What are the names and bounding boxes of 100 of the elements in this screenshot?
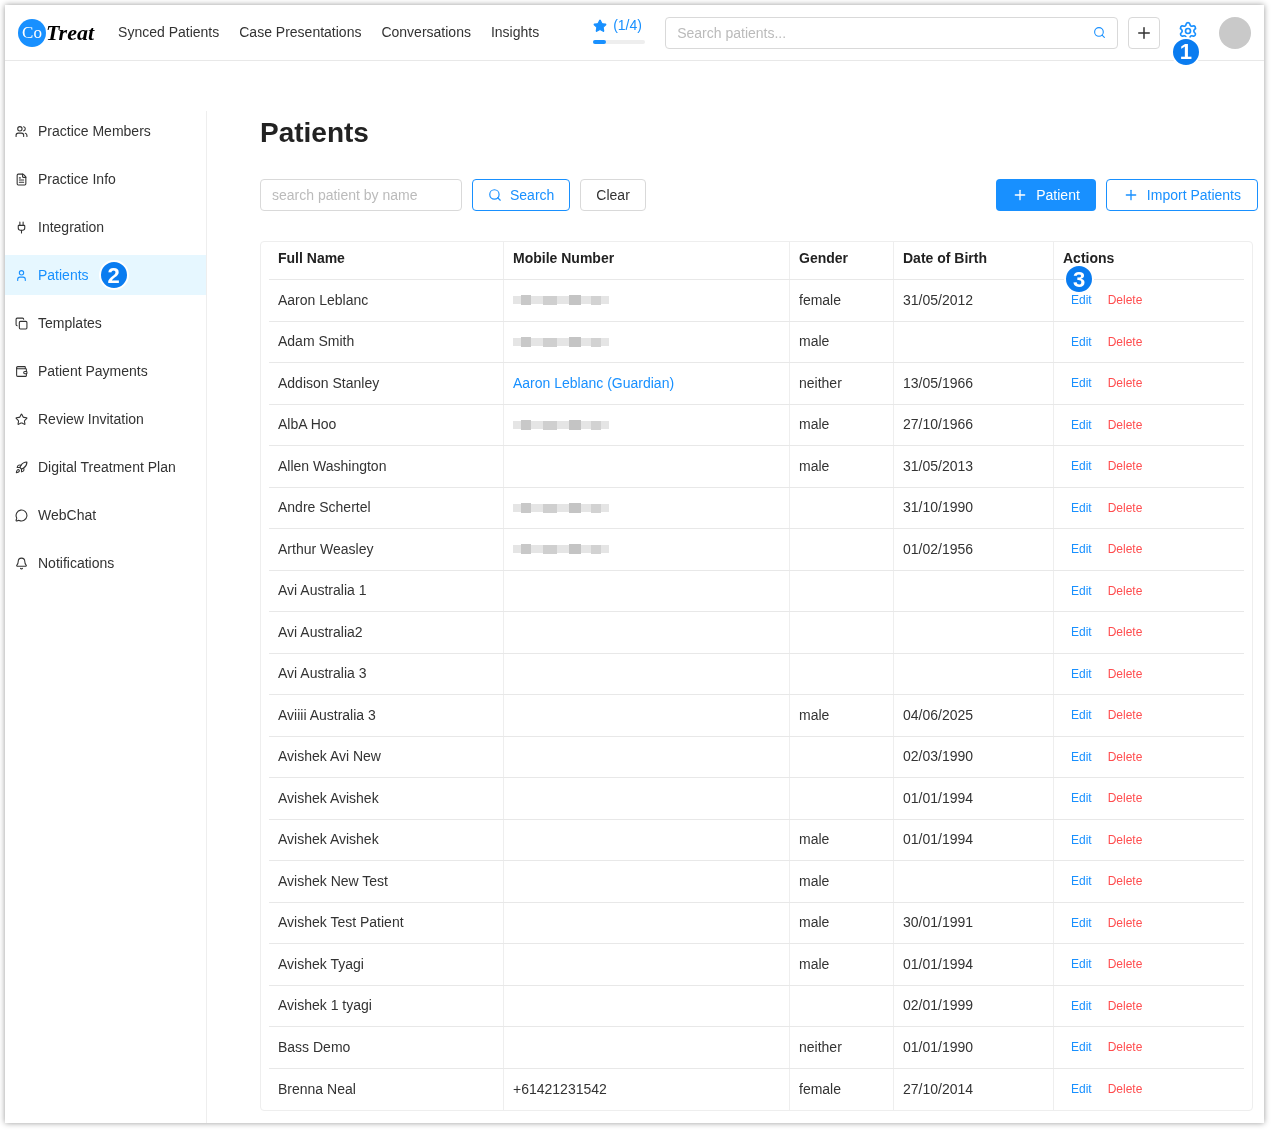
edit-link[interactable]: Edit (1071, 1038, 1092, 1057)
table-cell-text: 27/10/1966 (903, 415, 974, 435)
delete-link[interactable]: Delete (1107, 789, 1143, 808)
table-cell-text: male (799, 871, 830, 891)
sidebar-item[interactable]: Review Invitation (5, 399, 206, 439)
search-icon (488, 188, 502, 202)
edit-link[interactable]: Edit (1071, 291, 1092, 310)
delete-link[interactable]: Delete (1107, 913, 1143, 932)
sidebar-item[interactable]: Patient Payments (5, 351, 206, 391)
delete-link[interactable]: Delete (1107, 955, 1143, 974)
sidebar-label: Notifications (38, 553, 115, 573)
table-cell-text: female (799, 1079, 842, 1099)
plug-icon (15, 220, 28, 234)
search-icon (1093, 25, 1107, 39)
column-header: Mobile Number (513, 249, 615, 268)
guardian-link[interactable]: Aaron Leblanc (Guardian) (513, 372, 675, 394)
delete-link[interactable]: Delete (1107, 291, 1143, 310)
sidebar-label: Templates (38, 313, 102, 333)
add-patient-button[interactable]: Patient (996, 179, 1096, 211)
delete-link[interactable]: Delete (1107, 1080, 1143, 1099)
mobile-number: +61421231542 (513, 1079, 607, 1099)
edit-link[interactable]: Edit (1071, 415, 1092, 434)
logo-text: Treat (46, 19, 95, 47)
delete-link[interactable]: Delete (1107, 332, 1143, 351)
table-cell-text: Aaron Leblanc (278, 290, 369, 310)
edit-link[interactable]: Edit (1071, 623, 1092, 642)
table-cell-text: 31/05/2012 (903, 290, 974, 310)
delete-link[interactable]: Delete (1107, 498, 1143, 517)
edit-link[interactable]: Edit (1071, 457, 1092, 476)
page-title: Patients (260, 116, 370, 150)
add-button[interactable] (1128, 16, 1160, 49)
table-cell-text: Aviiii Australia 3 (278, 705, 376, 725)
delete-link[interactable]: Delete (1107, 664, 1143, 683)
sidebar-item[interactable]: Templates (5, 303, 206, 343)
delete-link[interactable]: Delete (1107, 706, 1143, 725)
edit-link[interactable]: Edit (1071, 955, 1092, 974)
table-cell-text: Arthur Weasley (278, 539, 374, 559)
nav-link[interactable]: Conversations (381, 22, 471, 43)
table-cell-text: Andre Schertel (278, 498, 371, 518)
callout-marker: 1 (1170, 36, 1201, 67)
import-patients-button[interactable]: Import Patients (1105, 179, 1258, 211)
delete-link[interactable]: Delete (1107, 457, 1143, 476)
sidebar-label: Practice Info (38, 169, 116, 189)
wallet-icon (15, 364, 28, 378)
edit-link[interactable]: Edit (1071, 498, 1092, 517)
edit-link[interactable]: Edit (1071, 996, 1092, 1015)
table-cell-text: male (799, 954, 830, 974)
sidebar-item[interactable]: WebChat (5, 495, 206, 535)
search-button[interactable]: Search (472, 179, 571, 211)
star-icon (593, 18, 608, 33)
delete-link[interactable]: Delete (1107, 415, 1143, 434)
delete-link[interactable]: Delete (1107, 1038, 1143, 1057)
clear-button[interactable]: Clear (580, 179, 646, 211)
sidebar-label: WebChat (38, 505, 97, 525)
table-cell-text: Addison Stanley (278, 373, 380, 393)
nav-link[interactable]: Insights (490, 22, 540, 43)
sidebar-item[interactable]: Practice Members (5, 111, 206, 151)
delete-link[interactable]: Delete (1107, 581, 1143, 600)
table-cell-text: Avishek Avishek (278, 830, 379, 850)
delete-link[interactable]: Delete (1107, 540, 1143, 559)
sidebar-item[interactable]: Integration (5, 207, 206, 247)
edit-link[interactable]: Edit (1071, 332, 1092, 351)
delete-link[interactable]: Delete (1107, 830, 1143, 849)
search-field[interactable]: Search patients... (665, 16, 1119, 49)
table-cell-text: Adam Smith (278, 332, 355, 352)
sidebar-label: Integration (38, 217, 105, 237)
edit-link[interactable]: Edit (1071, 872, 1092, 891)
chat-icon (15, 508, 28, 522)
sidebar-item[interactable]: Digital Treatment Plan (5, 447, 206, 487)
edit-link[interactable]: Edit (1071, 706, 1092, 725)
edit-link[interactable]: Edit (1071, 1080, 1092, 1099)
nav-link[interactable]: Synced Patients (118, 22, 220, 43)
table-cell-text: Bass Demo (278, 1037, 351, 1057)
table-cell-text: 31/05/2013 (903, 456, 974, 476)
table-cell-text: female (799, 290, 842, 310)
copy-icon (15, 316, 28, 330)
delete-link[interactable]: Delete (1107, 623, 1143, 642)
table-cell-text: 01/01/1994 (903, 830, 974, 850)
edit-link[interactable]: Edit (1071, 374, 1092, 393)
name-search-field[interactable]: search patient by name (260, 179, 462, 211)
edit-link[interactable]: Edit (1071, 830, 1092, 849)
nav-link[interactable]: Case Presentations (239, 22, 362, 43)
delete-link[interactable]: Delete (1107, 747, 1143, 766)
bell-icon (15, 556, 28, 570)
sidebar-item[interactable]: Notifications (5, 543, 206, 583)
list-icon (15, 172, 28, 186)
edit-link[interactable]: Edit (1071, 913, 1092, 932)
table-cell-text: 02/01/1999 (903, 996, 974, 1016)
sidebar-item[interactable]: Practice Info (5, 159, 206, 199)
delete-link[interactable]: Delete (1107, 996, 1143, 1015)
delete-link[interactable]: Delete (1107, 374, 1143, 393)
edit-link[interactable]: Edit (1071, 664, 1092, 683)
sidebar-item[interactable]: Patients 2 (5, 255, 206, 295)
edit-link[interactable]: Edit (1071, 747, 1092, 766)
table-cell-text: 01/02/1956 (903, 539, 974, 559)
table-cell-text: neither (799, 1037, 842, 1057)
edit-link[interactable]: Edit (1071, 540, 1092, 559)
edit-link[interactable]: Edit (1071, 581, 1092, 600)
delete-link[interactable]: Delete (1107, 872, 1143, 891)
edit-link[interactable]: Edit (1071, 789, 1092, 808)
